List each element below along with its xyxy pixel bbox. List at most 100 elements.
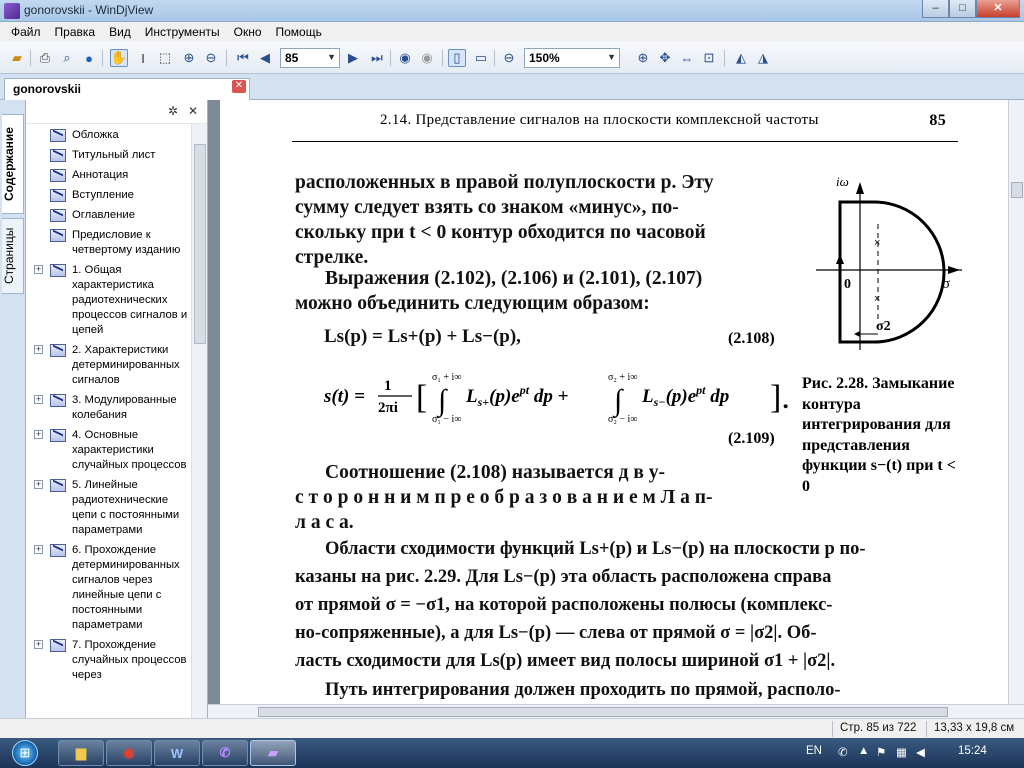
minimize-button[interactable]: –: [922, 0, 949, 18]
document-vertical-scrollbar[interactable]: [1008, 100, 1024, 704]
page-number-combo[interactable]: 85 ▼: [280, 48, 340, 68]
print-icon[interactable]: ⎙: [36, 49, 54, 67]
language-indicator[interactable]: EN: [806, 745, 822, 757]
toc-item[interactable]: +7. Прохождение случайных процессов чере…: [26, 638, 192, 683]
toc-item[interactable]: Оглавление: [26, 208, 192, 223]
hand-tool-icon[interactable]: ✋: [110, 49, 128, 67]
viber-icon: ✆: [219, 745, 231, 760]
volume-icon[interactable]: ◀: [916, 745, 925, 759]
bookmark-icon: [50, 169, 66, 182]
bookmark-icon: [50, 209, 66, 222]
menu-tools[interactable]: Инструменты: [138, 25, 227, 39]
back-icon[interactable]: ◉: [396, 49, 414, 67]
toc-item[interactable]: Вступление: [26, 188, 192, 203]
show-hidden-icons[interactable]: ▲: [858, 745, 869, 757]
toc-item[interactable]: +2. Характеристики детерминированных сиг…: [26, 343, 192, 388]
svg-text:σ₂ + i∞: σ₂ + i∞: [608, 372, 637, 383]
single-page-icon[interactable]: ▯: [448, 49, 466, 67]
bookmark-icon: [50, 429, 66, 442]
expand-icon[interactable]: +: [34, 395, 43, 404]
zoom-combo[interactable]: 150% ▼: [524, 48, 620, 68]
maximize-button[interactable]: □: [949, 0, 976, 18]
toc-item[interactable]: +4. Основные характеристики случайных пр…: [26, 428, 192, 473]
viber-taskbar-button[interactable]: ✆: [202, 740, 248, 766]
close-button[interactable]: ✕: [976, 0, 1020, 18]
action-center-flag-icon[interactable]: ⚑: [876, 745, 886, 759]
next-page-icon[interactable]: ▶: [344, 49, 362, 67]
first-page-icon[interactable]: ⏮: [234, 49, 252, 67]
toolbar-separator: [494, 50, 495, 66]
toc-item-label: 2. Характеристики детерминированных сигн…: [72, 344, 180, 386]
contents-header: ✲ ✕: [26, 100, 207, 124]
text-line: л а с а.: [295, 512, 354, 533]
expand-icon[interactable]: +: [34, 480, 43, 489]
menu-file[interactable]: Файл: [4, 25, 48, 39]
actual-size-icon[interactable]: ⊡: [700, 49, 718, 67]
document-tab-label: gonorovskii: [13, 82, 82, 96]
zoom-in-tool-icon[interactable]: ⊕: [180, 49, 198, 67]
tab-contents[interactable]: Содержание: [2, 114, 24, 214]
text-line: казаны на рис. 2.29. Для Ls−(p) эта обла…: [295, 567, 832, 587]
expand-icon[interactable]: +: [34, 345, 43, 354]
rotate-right-icon[interactable]: ◮: [754, 49, 772, 67]
tab-pages[interactable]: Страницы: [2, 218, 24, 294]
expand-icon[interactable]: +: [34, 545, 43, 554]
menu-help[interactable]: Помощь: [269, 25, 329, 39]
toc-item-label: 3. Модулированные колебания: [72, 394, 177, 421]
zoom-out-tool-icon[interactable]: ⊖: [202, 49, 220, 67]
find-icon[interactable]: ⌕: [58, 49, 76, 67]
text-line: Выражения (2.102), (2.106) и (2.101), (2…: [325, 268, 703, 289]
running-head-text: 2.14. Представление сигналов на плоскост…: [380, 112, 819, 128]
toc-item[interactable]: Аннотация: [26, 168, 192, 183]
word-taskbar-button[interactable]: W: [154, 740, 200, 766]
menu-view[interactable]: Вид: [102, 25, 138, 39]
last-page-icon[interactable]: ⏭: [368, 49, 386, 67]
toc-scrollbar[interactable]: [191, 124, 207, 718]
toc-item[interactable]: +1. Общая характеристика радиотехнически…: [26, 263, 192, 338]
clock[interactable]: 15:24: [958, 745, 987, 757]
text-select-icon[interactable]: I: [134, 49, 152, 67]
rect-select-icon[interactable]: ⬚: [156, 49, 174, 67]
zoom-in-icon[interactable]: ⊕: [634, 49, 652, 67]
toc-item[interactable]: Титульный лист: [26, 148, 192, 163]
menu-edit[interactable]: Правка: [48, 25, 103, 39]
gear-icon[interactable]: ✲: [168, 104, 178, 118]
explorer-taskbar-button[interactable]: ▆: [58, 740, 104, 766]
zoom-out-icon[interactable]: ⊖: [500, 49, 518, 67]
toc-item[interactable]: +3. Модулированные колебания: [26, 393, 192, 423]
rotate-left-icon[interactable]: ◭: [732, 49, 750, 67]
toc-item[interactable]: Предисловие к четвертому изданию: [26, 228, 192, 258]
close-tab-icon[interactable]: ✕: [232, 80, 246, 93]
page-number-value: 85: [285, 51, 299, 65]
fit-width-icon[interactable]: ⇔: [678, 49, 696, 67]
open-folder-icon[interactable]: ▰: [8, 49, 26, 67]
fit-page-icon[interactable]: ✥: [656, 49, 674, 67]
text-line: ласть сходимости для Ls(p) имеет вид пол…: [295, 651, 836, 671]
continuous-icon[interactable]: ▭: [472, 49, 490, 67]
expand-icon[interactable]: +: [34, 430, 43, 439]
info-icon[interactable]: ●: [80, 49, 98, 67]
scrollbar-thumb[interactable]: [1011, 182, 1023, 198]
zoom-value: 150%: [529, 51, 560, 65]
toc-item[interactable]: +5. Линейные радиотехнические цепи с пос…: [26, 478, 192, 538]
document-horizontal-scrollbar[interactable]: [208, 704, 1024, 718]
expand-icon[interactable]: +: [34, 265, 43, 274]
toc-item[interactable]: Обложка: [26, 128, 192, 143]
expand-icon[interactable]: +: [34, 640, 43, 649]
toc-item-label: 6. Прохождение детерминированных сигнало…: [72, 544, 180, 631]
chrome-taskbar-button[interactable]: ◉: [106, 740, 152, 766]
viber-tray-icon[interactable]: ✆: [838, 745, 848, 759]
scrollbar-thumb[interactable]: [258, 707, 948, 717]
forward-icon[interactable]: ◉: [418, 49, 436, 67]
close-panel-icon[interactable]: ✕: [188, 104, 198, 118]
menu-window[interactable]: Окно: [227, 25, 269, 39]
status-bar: Стр. 85 из 722 13,33 х 19,8 см: [0, 718, 1024, 738]
prev-page-icon[interactable]: ◀: [256, 49, 274, 67]
start-button[interactable]: ⊞: [2, 738, 48, 768]
document-tab[interactable]: gonorovskii: [4, 78, 250, 100]
paragraph-5: Путь интегрирования должен проходить по …: [325, 680, 841, 700]
windjview-taskbar-button[interactable]: ▰: [250, 740, 296, 766]
scrollbar-thumb[interactable]: [194, 144, 206, 344]
network-icon[interactable]: ▦: [896, 745, 907, 759]
toc-item[interactable]: +6. Прохождение детерминированных сигнал…: [26, 543, 192, 633]
